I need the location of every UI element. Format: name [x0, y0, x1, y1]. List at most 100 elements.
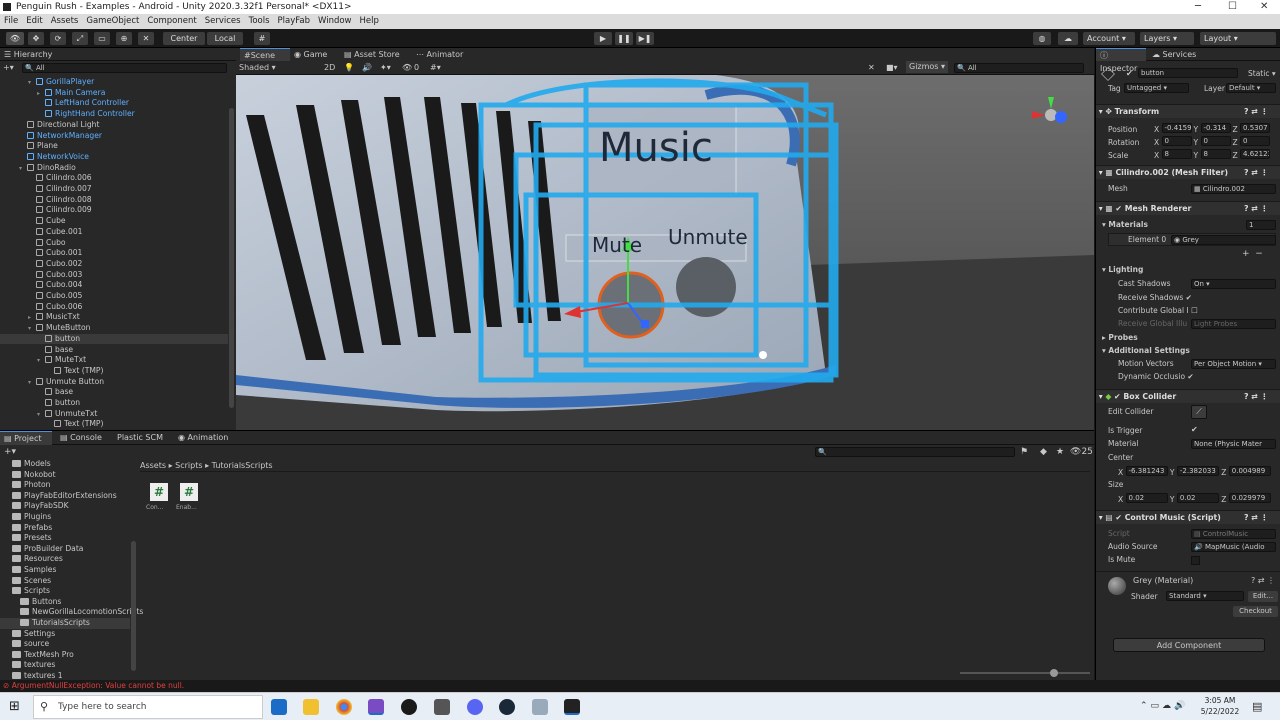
hierarchy-item[interactable]: Cubo.005	[0, 291, 228, 302]
folder-item[interactable]: TextMesh Pro	[0, 650, 130, 661]
effects-toggle-icon[interactable]: ✦▾	[380, 62, 391, 74]
hidden-objects-icon[interactable]: 👁	[402, 62, 412, 74]
gizmos-dropdown[interactable]: Gizmos ▾	[906, 61, 949, 73]
scene-orientation-gizmo[interactable]	[1028, 95, 1074, 135]
folder-item[interactable]: PlayFabSDK	[0, 501, 130, 512]
hierarchy-item[interactable]: Cilindro.006	[0, 173, 228, 184]
file-enable[interactable]: Enab...	[176, 504, 197, 511]
transform-tool-icon[interactable]: ⊕	[116, 32, 132, 45]
axis-y-label[interactable]: Y	[1194, 125, 1201, 134]
hierarchy-item[interactable]: base	[0, 345, 228, 356]
grid-snap-icon[interactable]: #	[254, 32, 270, 45]
breadcrumb-tutorialsscripts[interactable]: TutorialsScripts	[212, 461, 273, 470]
hierarchy-item[interactable]: Cubo.004	[0, 280, 228, 291]
axis-y-label[interactable]: Y	[1194, 138, 1201, 147]
axis-z-label[interactable]: Z	[1233, 138, 1241, 147]
center-y-field[interactable]: -2.382033	[1176, 466, 1219, 476]
additional-settings-foldout[interactable]: ▾ Additional Settings	[1096, 345, 1280, 357]
menu-gameobject[interactable]: GameObject	[82, 14, 143, 29]
transform-y-field[interactable]: 8	[1200, 149, 1231, 159]
notification-icon[interactable]: ▤	[1252, 700, 1262, 713]
folder-item[interactable]: ProBuilder Data	[0, 544, 130, 555]
taskbar-date[interactable]: 5/22/2022	[1200, 707, 1240, 716]
maximize-icon[interactable]: ☐	[1228, 0, 1237, 14]
icon-size-slider[interactable]	[960, 669, 1090, 677]
hierarchy-item[interactable]: Cilindro.009	[0, 205, 228, 216]
account-dropdown[interactable]: Account ▾	[1083, 32, 1135, 45]
axis-x-label[interactable]: X	[1154, 138, 1162, 147]
steam-icon[interactable]	[499, 699, 515, 715]
tab-game[interactable]: ◉ Game	[294, 48, 327, 61]
csharp-script-icon[interactable]: #	[150, 483, 168, 501]
transform-z-field[interactable]: 0	[1240, 136, 1271, 146]
pivot-center-button[interactable]: Center	[163, 32, 205, 45]
hierarchy-item[interactable]: ▾ Unmute Button	[0, 377, 228, 388]
file-control-music[interactable]: Con...	[146, 504, 163, 511]
close-icon[interactable]: ✕	[1260, 0, 1268, 14]
favorite-icon[interactable]: ★	[1056, 447, 1064, 457]
menu-help[interactable]: Help	[356, 14, 383, 29]
transform-y-field[interactable]: -0.314	[1200, 123, 1231, 133]
folder-item[interactable]: Settings	[0, 629, 130, 640]
folder-item[interactable]: Prefabs	[0, 523, 130, 534]
folder-item[interactable]: Plugins	[0, 512, 130, 523]
receive-shadows-checkbox[interactable]: ✔	[1186, 293, 1192, 302]
hierarchy-item[interactable]: LeftHand Controller	[0, 98, 228, 109]
filter-type-icon[interactable]: ⚑	[1020, 447, 1028, 457]
project-search-input[interactable]: 🔍	[815, 447, 1015, 457]
folder-item[interactable]: PlayFabEditorExtensions	[0, 491, 130, 502]
size-z-field[interactable]: 0.029979	[1228, 493, 1271, 503]
hierarchy-item[interactable]: Cubo.006	[0, 302, 228, 313]
visual-studio-icon[interactable]	[368, 699, 384, 715]
breadcrumb-scripts[interactable]: Scripts	[175, 461, 202, 470]
folder-item[interactable]: Resources	[0, 554, 130, 565]
shader-edit-button[interactable]: Edit...	[1248, 591, 1278, 602]
task-view-icon[interactable]	[271, 699, 287, 715]
mesh-field[interactable]: ▦ Cilindro.002	[1191, 184, 1276, 194]
step-button[interactable]: ▶❚	[636, 32, 654, 45]
folder-item[interactable]: Scripts	[0, 586, 130, 597]
menu-services[interactable]: Services	[201, 14, 245, 29]
shader-dropdown[interactable]: Standard ▾	[1166, 591, 1244, 601]
mesh-renderer-header[interactable]: ▾ ▦ ✔ Mesh Renderer? ⇄ ⋮	[1096, 201, 1280, 215]
cast-shadows-dropdown[interactable]: On ▾	[1191, 279, 1276, 289]
object-name-field[interactable]: button	[1138, 68, 1238, 78]
axis-z-label[interactable]: Z	[1233, 151, 1241, 160]
folder-item[interactable]: Photon	[0, 480, 130, 491]
folder-item[interactable]: TutorialsScripts	[0, 618, 130, 629]
tab-asset-store[interactable]: ▤ Asset Store	[344, 48, 400, 61]
hierarchy-item[interactable]: button	[0, 398, 228, 409]
transform-x-field[interactable]: -0.4159	[1161, 123, 1192, 133]
menu-edit[interactable]: Edit	[22, 14, 46, 29]
menu-window[interactable]: Window	[314, 14, 356, 29]
unity-editor-icon[interactable]	[564, 699, 580, 715]
folder-item[interactable]: Presets	[0, 533, 130, 544]
menu-tools[interactable]: Tools	[245, 14, 274, 29]
hierarchy-item[interactable]: Cilindro.007	[0, 184, 228, 195]
materials-count[interactable]: 1	[1246, 220, 1276, 230]
is-mute-checkbox[interactable]	[1191, 556, 1200, 565]
hierarchy-item[interactable]: ▾ MuteButton	[0, 323, 228, 334]
grid-toggle-icon[interactable]: #▾	[430, 62, 441, 74]
contribute-gi-checkbox[interactable]: ☐	[1191, 306, 1198, 315]
active-checkbox[interactable]: ✔	[1126, 69, 1133, 78]
hierarchy-item[interactable]: ▾ DinoRadio	[0, 163, 228, 174]
tag-dropdown[interactable]: Untagged ▾	[1124, 83, 1189, 93]
add-icon[interactable]: +▾	[3, 63, 17, 73]
center-z-field[interactable]: 0.004989	[1228, 466, 1271, 476]
folder-item[interactable]: textures	[0, 660, 130, 671]
hierarchy-item[interactable]: Cubo.003	[0, 270, 228, 281]
folder-item[interactable]: source	[0, 639, 130, 650]
hierarchy-item[interactable]: Cilindro.008	[0, 195, 228, 206]
taskbar-time[interactable]: 3:05 AM	[1200, 696, 1240, 705]
filter-label-icon[interactable]: ◆	[1040, 447, 1047, 457]
menu-assets[interactable]: Assets	[47, 14, 83, 29]
hierarchy-item[interactable]: Cube	[0, 216, 228, 227]
minimize-icon[interactable]: ─	[1195, 0, 1201, 14]
chrome-icon[interactable]	[336, 699, 352, 715]
dynamic-occlusion-checkbox[interactable]: ✔	[1187, 372, 1193, 381]
folder-item[interactable]: Nokobot	[0, 470, 130, 481]
hierarchy-item[interactable]: base	[0, 387, 228, 398]
mode-2d-button[interactable]: 2D	[324, 62, 335, 74]
visibility-icon[interactable]: 👁25	[1070, 447, 1093, 457]
